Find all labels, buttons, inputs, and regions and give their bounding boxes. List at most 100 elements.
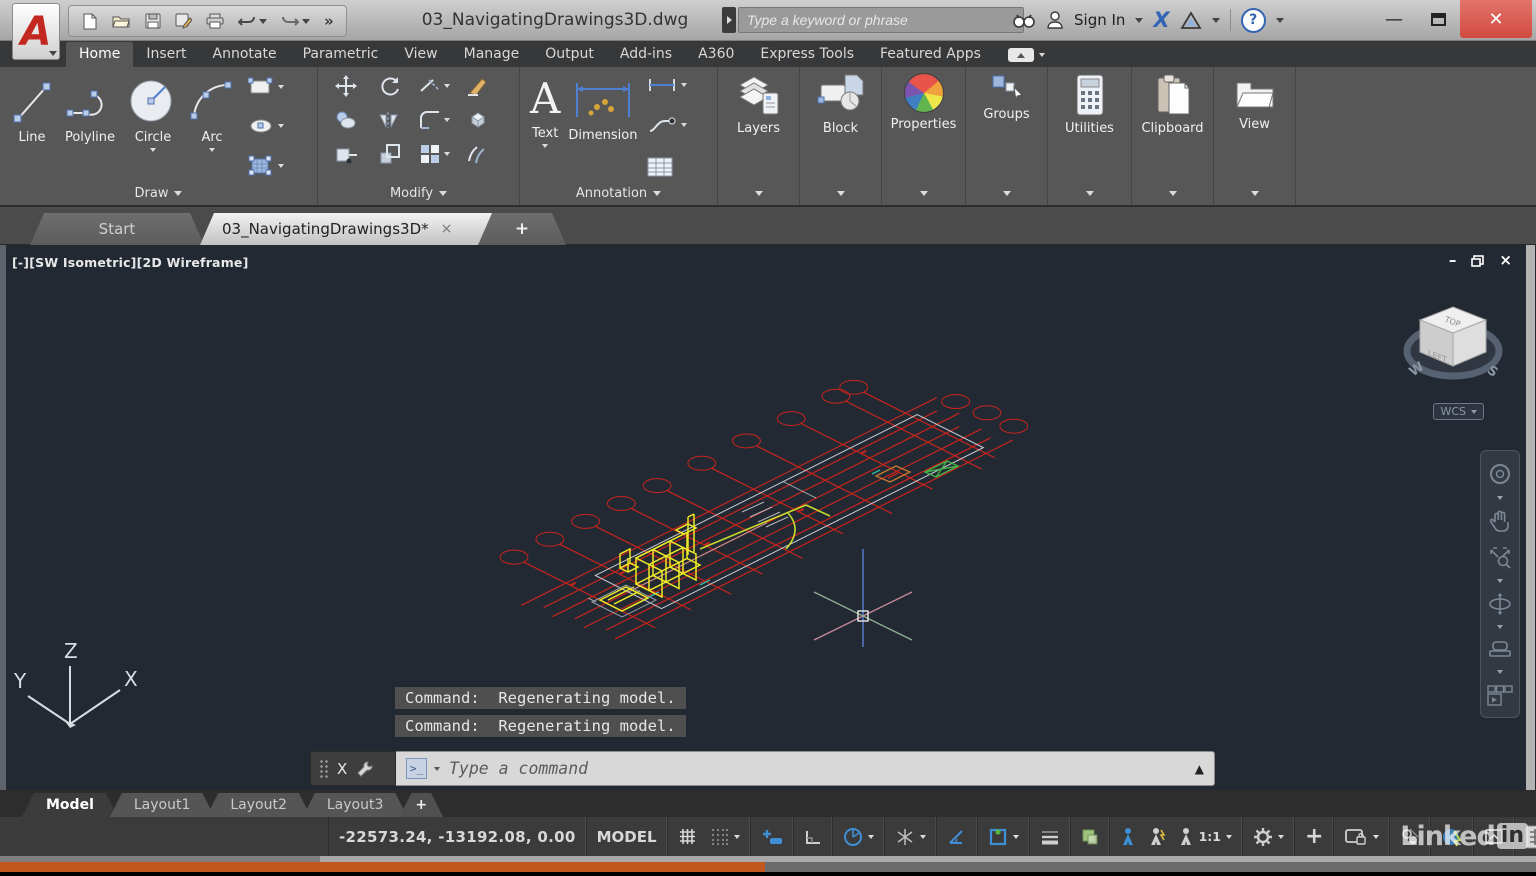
tab-a360[interactable]: A360 xyxy=(685,42,747,67)
ellipse-button[interactable] xyxy=(248,116,284,136)
isolate-objects-button[interactable] xyxy=(1390,817,1431,856)
redo-button[interactable] xyxy=(281,14,310,28)
tab-annotate[interactable]: Annotate xyxy=(200,42,290,67)
fillet-button[interactable] xyxy=(419,110,450,130)
command-input-bar[interactable]: >_ ▲ xyxy=(396,751,1215,786)
osnap-tracking-button[interactable] xyxy=(937,817,978,856)
object-snap-caret-icon[interactable] xyxy=(1013,835,1019,839)
tab-layout3[interactable]: Layout3 xyxy=(303,793,408,817)
tab-view[interactable]: View xyxy=(391,42,450,67)
circle-caret-icon[interactable] xyxy=(150,148,156,152)
showmotion-icon[interactable] xyxy=(1488,639,1512,659)
workspace-switching-button[interactable] xyxy=(1243,817,1295,856)
redo-caret-icon[interactable] xyxy=(302,19,310,24)
new-drawing-tab-button[interactable]: + xyxy=(478,213,566,245)
tab-featured-apps[interactable]: Featured Apps xyxy=(867,42,994,67)
maximize-button[interactable] xyxy=(1416,0,1460,38)
leader-button[interactable] xyxy=(647,117,687,133)
ellipse-caret-icon[interactable] xyxy=(278,124,284,128)
annotation-scale-caret-icon[interactable] xyxy=(1226,835,1232,839)
tab-express-tools[interactable]: Express Tools xyxy=(747,42,867,67)
linear-dimension-button[interactable] xyxy=(647,77,687,93)
command-input[interactable] xyxy=(447,758,1188,779)
ribbon-minimize-button[interactable] xyxy=(1008,48,1045,67)
minimize-button[interactable]: — xyxy=(1372,0,1416,38)
annotation-scale-value[interactable]: 1:1 xyxy=(1199,829,1221,844)
polar-caret-icon[interactable] xyxy=(868,835,874,839)
block-panel-caret[interactable] xyxy=(800,183,881,203)
stretch-icon[interactable] xyxy=(335,143,357,165)
grip-dots-icon[interactable] xyxy=(319,759,328,779)
display-caret-icon[interactable] xyxy=(1373,835,1379,839)
tab-layout2[interactable]: Layout2 xyxy=(206,793,311,817)
scale-icon[interactable] xyxy=(379,143,401,165)
showmotion-caret-icon[interactable] xyxy=(1497,670,1503,674)
sign-in-caret-icon[interactable] xyxy=(1135,18,1143,23)
navigation-wheel-icon[interactable] xyxy=(1488,462,1512,486)
graphics-performance-button[interactable] xyxy=(1431,817,1474,856)
orbit-icon[interactable] xyxy=(1487,593,1513,615)
polar-tracking-button[interactable] xyxy=(833,817,885,856)
snap-caret-icon[interactable] xyxy=(734,835,740,839)
ortho-mode-button[interactable] xyxy=(794,817,833,856)
erase-icon[interactable] xyxy=(466,75,490,97)
groups-panel-caret[interactable] xyxy=(966,183,1047,203)
motion-strip-icon[interactable] xyxy=(1487,684,1513,706)
help-caret-icon[interactable] xyxy=(1276,18,1284,23)
command-prompt-caret-icon[interactable] xyxy=(434,767,440,771)
polyline-button[interactable]: Polyline xyxy=(58,73,122,181)
new-file-icon[interactable] xyxy=(81,13,98,30)
tab-add-ins[interactable]: Add-ins xyxy=(607,42,685,67)
annotation-monitor-plus-button[interactable]: + xyxy=(1295,817,1334,856)
copy-icon[interactable] xyxy=(334,109,358,131)
annotation-visibility-icon[interactable] xyxy=(1120,827,1136,847)
tab-insert[interactable]: Insert xyxy=(133,42,199,67)
save-as-icon[interactable] xyxy=(175,13,192,29)
isometric-drafting-button[interactable] xyxy=(885,817,937,856)
zoom-extents-icon[interactable] xyxy=(1488,545,1512,569)
command-expand-icon[interactable]: ▲ xyxy=(1195,762,1204,776)
qat-overflow-button[interactable]: » xyxy=(324,12,334,30)
tab-manage[interactable]: Manage xyxy=(451,42,533,67)
tab-home[interactable]: Home xyxy=(66,42,133,67)
utilities-panel-caret[interactable] xyxy=(1048,183,1131,203)
rotate-icon[interactable] xyxy=(379,75,401,97)
app-store-icon[interactable] xyxy=(1180,11,1202,30)
properties-panel-caret[interactable] xyxy=(882,183,965,203)
annotation-panel-title[interactable]: Annotation xyxy=(520,183,717,203)
file-tab-close-icon[interactable]: × xyxy=(441,221,453,237)
tab-model[interactable]: Model xyxy=(22,793,118,817)
transparency-button[interactable] xyxy=(1071,817,1110,856)
circle-button[interactable]: Circle xyxy=(122,73,184,181)
tab-output[interactable]: Output xyxy=(532,42,607,67)
offset-icon[interactable] xyxy=(466,143,490,165)
save-icon[interactable] xyxy=(145,13,161,29)
table-button[interactable] xyxy=(647,157,687,177)
pan-hand-icon[interactable] xyxy=(1489,510,1511,534)
model-space-canvas[interactable]: [-][SW Isometric][2D Wireframe] – × W S … xyxy=(0,245,1536,790)
plot-icon[interactable] xyxy=(206,13,224,29)
command-close-icon[interactable]: X xyxy=(337,760,347,778)
modify-panel-title[interactable]: Modify xyxy=(318,183,519,203)
command-dock-grip[interactable]: X xyxy=(310,751,396,786)
file-tab-start[interactable]: Start xyxy=(30,213,204,245)
search-input[interactable] xyxy=(738,7,1024,33)
trim-button[interactable] xyxy=(419,77,450,95)
line-button[interactable]: Line xyxy=(6,73,58,181)
undo-caret-icon[interactable] xyxy=(259,19,267,24)
open-file-icon[interactable] xyxy=(112,13,131,29)
clean-screen-button[interactable] xyxy=(1474,817,1515,856)
viewport-minimize-icon[interactable]: – xyxy=(1449,253,1457,268)
view-panel-caret[interactable] xyxy=(1214,183,1295,203)
file-tab-drawing[interactable]: 03_NavigatingDrawings3D* × xyxy=(200,213,514,245)
navigation-wheel-caret-icon[interactable] xyxy=(1497,496,1503,500)
hatch-button[interactable] xyxy=(248,155,284,177)
units-display-button[interactable] xyxy=(1334,817,1390,856)
new-layout-button[interactable]: + xyxy=(399,793,443,817)
move-icon[interactable] xyxy=(335,75,357,97)
rectangle-button[interactable] xyxy=(248,77,284,97)
orbit-caret-icon[interactable] xyxy=(1497,625,1503,629)
dimension-button[interactable]: Dimension xyxy=(564,73,641,181)
text-button[interactable]: A Text xyxy=(526,73,564,181)
application-menu-button[interactable]: A xyxy=(12,3,60,60)
